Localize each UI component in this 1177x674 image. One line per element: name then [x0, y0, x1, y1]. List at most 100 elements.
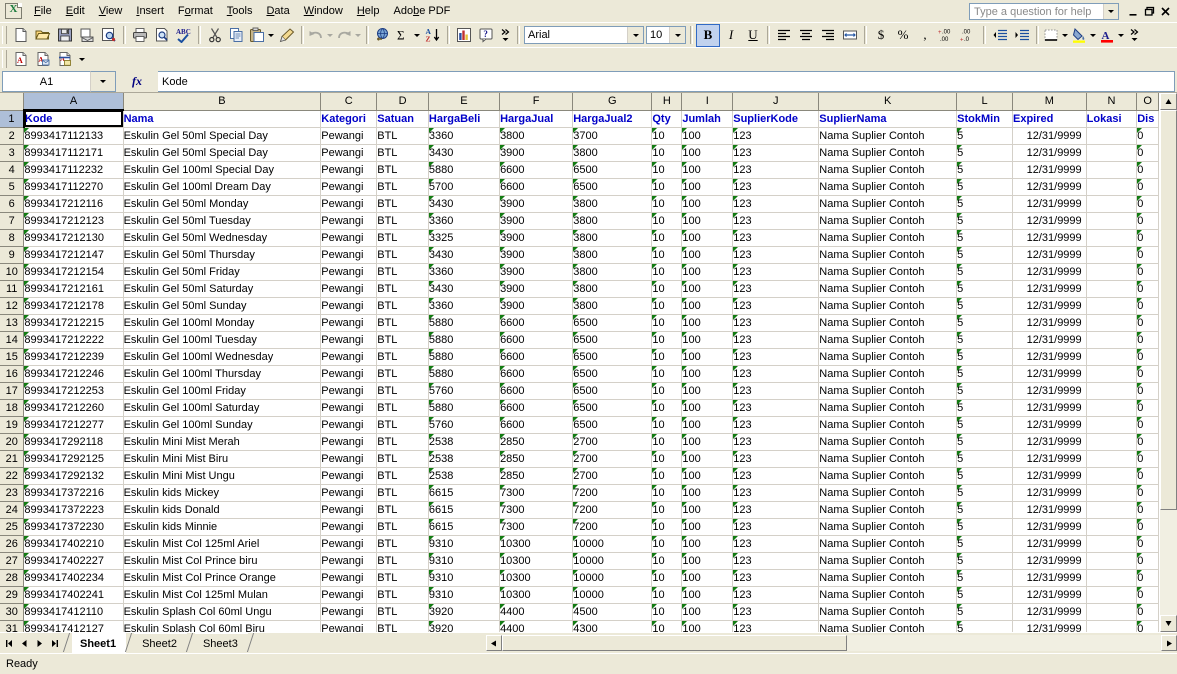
data-cell[interactable]: BTL	[376, 484, 429, 502]
merge-center-icon[interactable]	[839, 25, 861, 46]
data-cell[interactable]: 123	[732, 467, 820, 485]
fill-color-icon[interactable]	[1070, 25, 1087, 46]
data-cell[interactable]: 100	[681, 433, 734, 451]
column-title-cell[interactable]: Jumlah	[681, 110, 734, 128]
row-header-17[interactable]: 17	[0, 382, 25, 400]
column-header-K[interactable]: K	[818, 93, 958, 111]
font-size-combo[interactable]: 10	[646, 26, 686, 44]
data-cell[interactable]: 9310	[428, 586, 501, 604]
menu-item-edit[interactable]: Edit	[59, 2, 92, 20]
data-cell[interactable]: Eskulin Mist Col Prince Orange	[123, 569, 322, 587]
data-cell[interactable]: 6500	[572, 314, 653, 332]
data-cell[interactable]: 10	[651, 246, 683, 264]
column-header-A[interactable]: A	[23, 93, 124, 111]
paste-options-arrow[interactable]	[265, 25, 276, 46]
data-cell[interactable]: 0	[1136, 552, 1159, 570]
data-cell[interactable]: 5	[956, 331, 1013, 349]
data-cell[interactable]: 123	[732, 433, 820, 451]
data-cell[interactable]: 123	[732, 450, 820, 468]
data-cell[interactable]: 12/31/9999	[1012, 144, 1087, 162]
data-cell[interactable]: Nama Suplier Contoh	[818, 484, 958, 502]
data-cell[interactable]: Nama Suplier Contoh	[818, 161, 958, 179]
data-cell[interactable]: 12/31/9999	[1012, 620, 1087, 632]
align-left-icon[interactable]	[773, 25, 795, 46]
row-header-12[interactable]: 12	[0, 297, 25, 315]
data-cell[interactable]: 3920	[428, 620, 501, 632]
data-cell[interactable]: 10	[651, 603, 683, 621]
data-cell[interactable]: BTL	[376, 161, 429, 179]
data-cell[interactable]: Eskulin Gel 100ml Dream Day	[123, 178, 322, 196]
data-cell[interactable]: 2700	[572, 433, 653, 451]
row-header-28[interactable]: 28	[0, 569, 25, 587]
pdf-toolbar-grip[interactable]	[2, 50, 7, 68]
data-cell[interactable]: BTL	[376, 535, 429, 553]
data-cell[interactable]: Eskulin Splash Col 60ml Biru	[123, 620, 322, 632]
data-cell[interactable]: 0	[1136, 518, 1159, 536]
data-cell[interactable]: 0	[1136, 297, 1159, 315]
data-cell[interactable]: 3920	[428, 603, 501, 621]
data-cell[interactable]: 5	[956, 399, 1013, 417]
data-cell[interactable]: 100	[681, 399, 734, 417]
column-header-B[interactable]: B	[123, 93, 322, 111]
data-cell[interactable]: 6500	[572, 331, 653, 349]
data-cell[interactable]: BTL	[376, 280, 429, 298]
font-name-chevron-down-icon[interactable]	[627, 27, 643, 43]
data-cell[interactable]: Pewangi	[320, 229, 378, 247]
data-cell[interactable]: 123	[732, 297, 820, 315]
data-cell[interactable]: BTL	[376, 365, 429, 383]
data-cell[interactable]: Nama Suplier Contoh	[818, 382, 958, 400]
data-cell[interactable]: 100	[681, 195, 734, 213]
data-cell[interactable]: 5760	[428, 382, 501, 400]
column-title-cell[interactable]: HargaJual	[499, 110, 574, 128]
column-title-cell[interactable]: Dis	[1136, 110, 1159, 128]
underline-button[interactable]: U	[742, 25, 764, 46]
data-cell[interactable]: 8993417212116	[23, 195, 124, 213]
data-cell[interactable]	[1086, 518, 1138, 536]
data-cell[interactable]: 6600	[499, 399, 574, 417]
data-cell[interactable]: 3900	[499, 144, 574, 162]
data-cell[interactable]: 100	[681, 382, 734, 400]
data-cell[interactable]: 10000	[572, 552, 653, 570]
data-cell[interactable]: 10	[651, 467, 683, 485]
data-cell[interactable]: Nama Suplier Contoh	[818, 144, 958, 162]
data-cell[interactable]: 0	[1136, 229, 1159, 247]
data-cell[interactable]: Nama Suplier Contoh	[818, 212, 958, 230]
data-cell[interactable]: Nama Suplier Contoh	[818, 365, 958, 383]
data-cell[interactable]: 3360	[428, 297, 501, 315]
data-cell[interactable]: 5	[956, 552, 1013, 570]
data-cell[interactable]: 100	[681, 535, 734, 553]
data-cell[interactable]: 5	[956, 195, 1013, 213]
data-cell[interactable]: 5	[956, 246, 1013, 264]
data-cell[interactable]: Nama Suplier Contoh	[818, 178, 958, 196]
row-header-15[interactable]: 15	[0, 348, 25, 366]
data-cell[interactable]: Eskulin Gel 50ml Special Day	[123, 127, 322, 145]
data-cell[interactable]: 3900	[499, 195, 574, 213]
data-cell[interactable]: 10300	[499, 535, 574, 553]
data-cell[interactable]: 0	[1136, 280, 1159, 298]
data-cell[interactable]: 3900	[499, 212, 574, 230]
data-cell[interactable]: 4400	[499, 620, 574, 632]
data-cell[interactable]: Pewangi	[320, 314, 378, 332]
data-cell[interactable]: 5880	[428, 331, 501, 349]
data-cell[interactable]: Pewangi	[320, 467, 378, 485]
data-cell[interactable]: 5	[956, 467, 1013, 485]
menu-item-insert[interactable]: Insert	[129, 2, 171, 20]
data-cell[interactable]: Eskulin Gel 100ml Special Day	[123, 161, 322, 179]
data-cell[interactable]: 0	[1136, 416, 1159, 434]
data-cell[interactable]: Pewangi	[320, 212, 378, 230]
row-header-27[interactable]: 27	[0, 552, 25, 570]
data-cell[interactable]: 100	[681, 586, 734, 604]
data-cell[interactable]: 3800	[572, 212, 653, 230]
column-title-cell[interactable]: Qty	[651, 110, 683, 128]
data-cell[interactable]: 12/31/9999	[1012, 450, 1087, 468]
data-cell[interactable]: 100	[681, 212, 734, 230]
data-cell[interactable]: 123	[732, 501, 820, 519]
row-header-2[interactable]: 2	[0, 127, 25, 145]
data-cell[interactable]: Eskulin kids Mickey	[123, 484, 322, 502]
undo-icon[interactable]	[307, 25, 324, 46]
formatting-toolbar-options-icon[interactable]	[1126, 25, 1143, 46]
data-cell[interactable]: 12/31/9999	[1012, 280, 1087, 298]
data-cell[interactable]: 8993417412110	[23, 603, 124, 621]
data-cell[interactable]: 2700	[572, 450, 653, 468]
data-cell[interactable]: 5	[956, 161, 1013, 179]
